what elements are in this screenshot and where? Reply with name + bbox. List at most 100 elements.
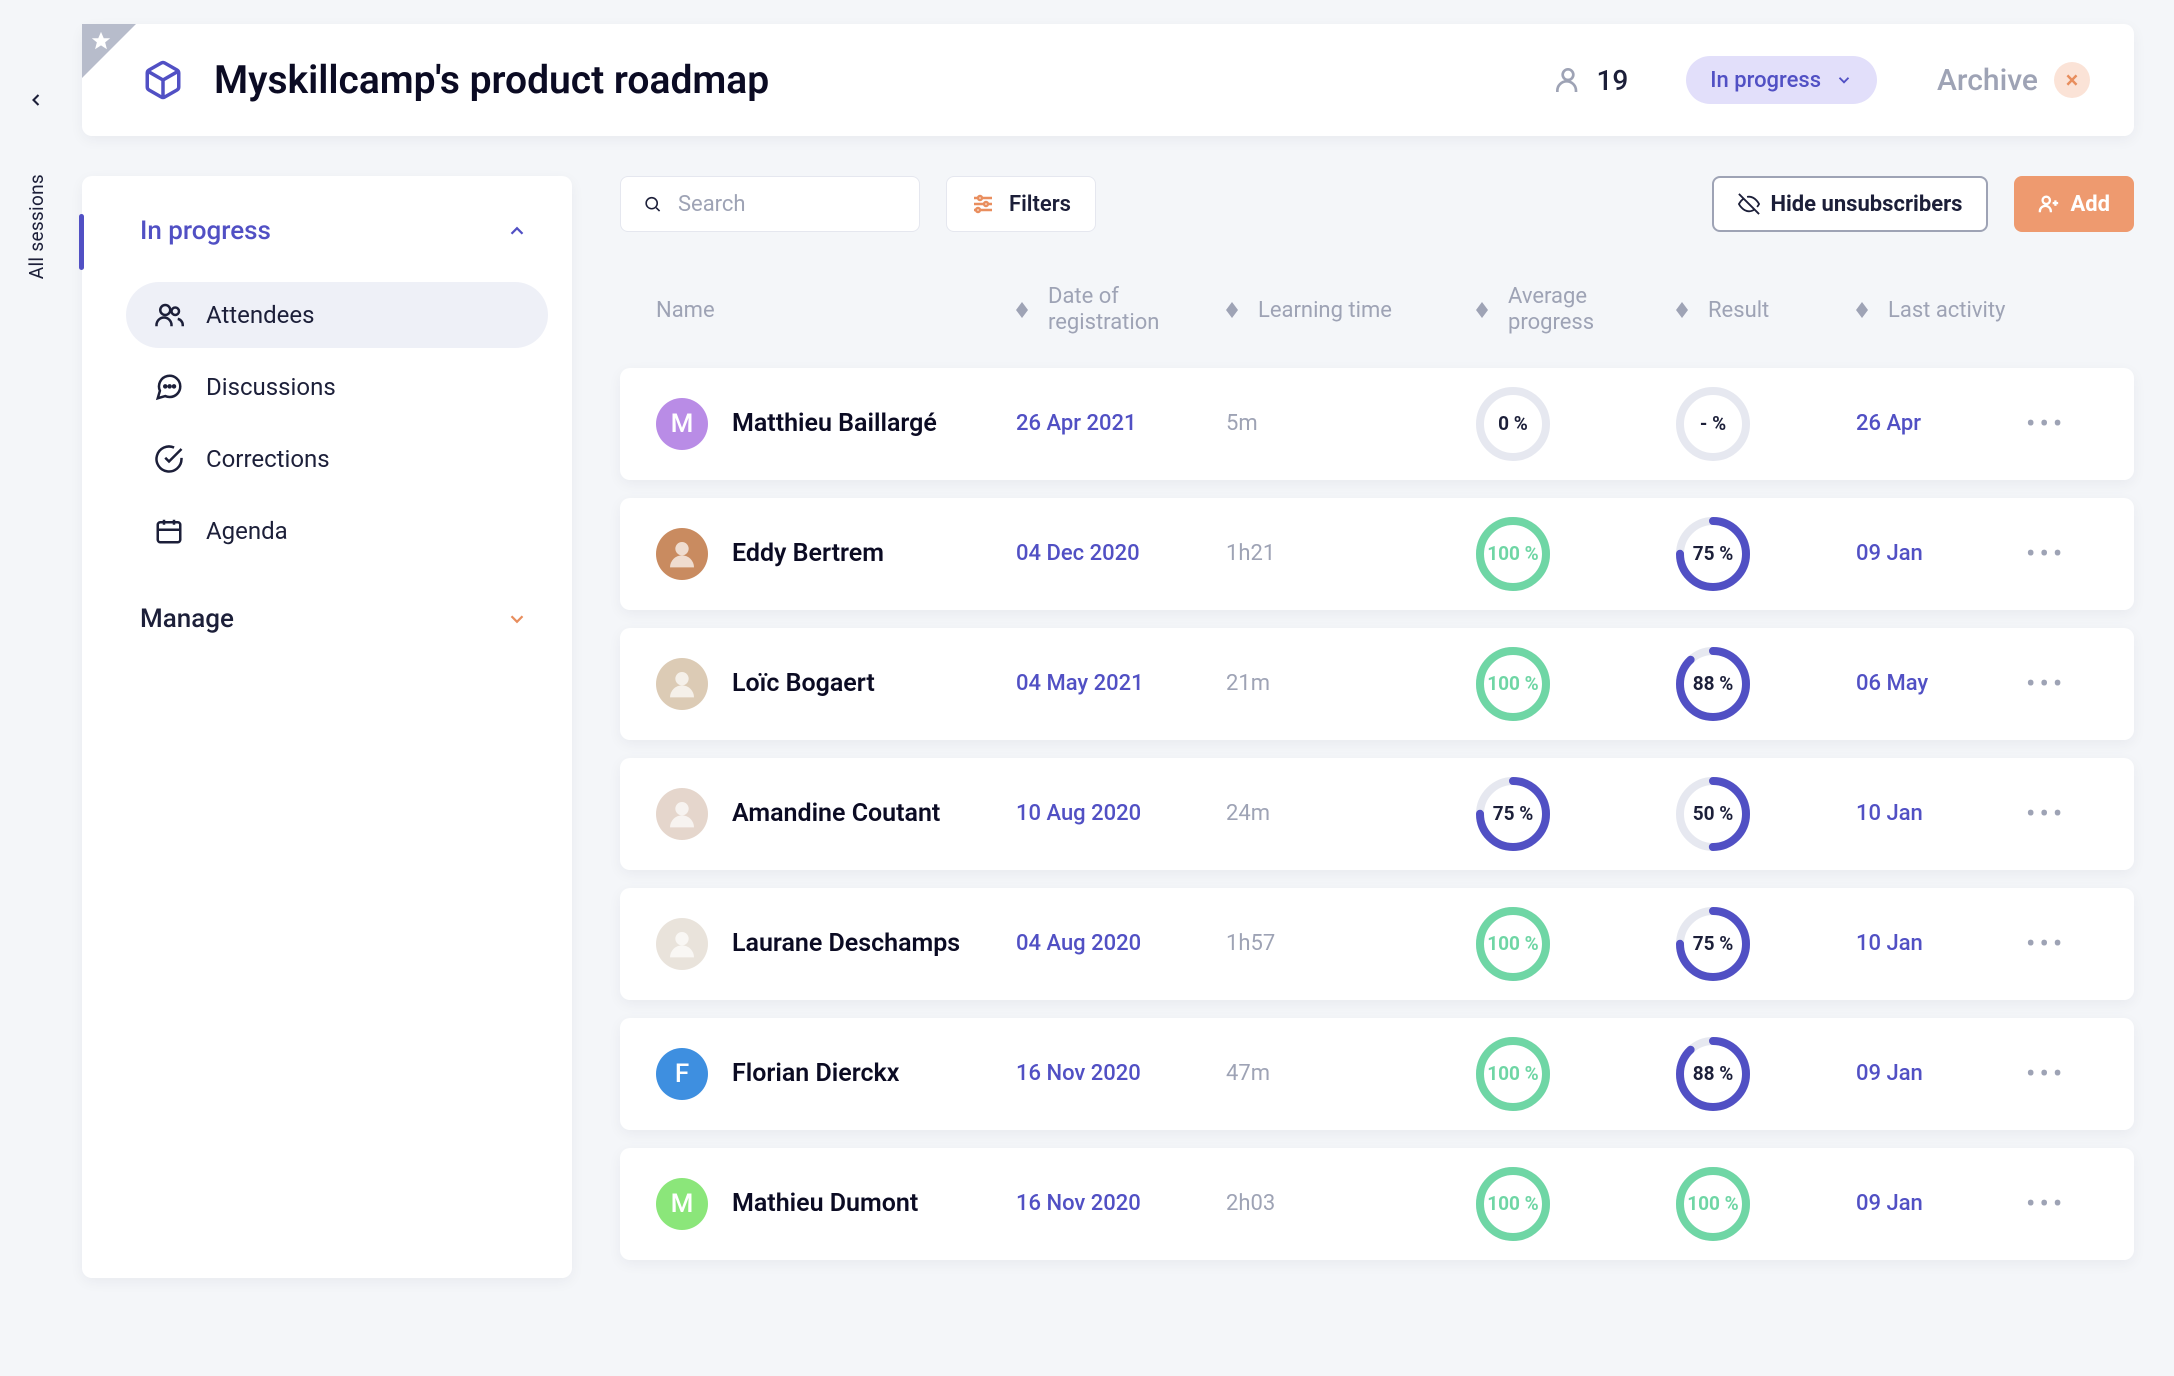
user-icon bbox=[1552, 64, 1584, 96]
row-time: 1h21 bbox=[1226, 541, 1476, 566]
attendee-count: 19 bbox=[1552, 64, 1628, 97]
row-name: Amandine Coutant bbox=[732, 799, 940, 828]
progress-ring: 88 % bbox=[1676, 647, 1750, 721]
row-last: 09 Jan bbox=[1856, 1191, 2026, 1216]
users-icon bbox=[154, 300, 184, 330]
row-last: 10 Jan bbox=[1856, 801, 2026, 826]
favorite-corner[interactable] bbox=[82, 24, 136, 78]
avatar bbox=[656, 788, 708, 840]
table-row[interactable]: Amandine Coutant 10 Aug 2020 24m 75 % 50… bbox=[620, 758, 2134, 870]
col-last[interactable]: Last activity bbox=[1856, 298, 2026, 323]
search-input[interactable] bbox=[678, 192, 897, 217]
hide-unsubscribers-button[interactable]: Hide unsubscribers bbox=[1712, 176, 1988, 232]
row-last: 10 Jan bbox=[1856, 931, 2026, 956]
row-name: Laurane Deschamps bbox=[732, 929, 960, 958]
back-button[interactable] bbox=[26, 90, 46, 114]
row-name: Loïc Bogaert bbox=[732, 669, 875, 698]
sidebar-item-attendees[interactable]: Attendees bbox=[126, 282, 548, 348]
chevron-down-icon bbox=[506, 608, 528, 630]
row-date: 16 Nov 2020 bbox=[1016, 1061, 1226, 1086]
progress-ring: 100 % bbox=[1476, 1037, 1550, 1111]
progress-ring: 100 % bbox=[1476, 647, 1550, 721]
avatar: M bbox=[656, 398, 708, 450]
col-date[interactable]: Date of registration bbox=[1016, 284, 1226, 337]
col-name[interactable]: Name bbox=[656, 298, 1016, 323]
sidebar-section-inprogress[interactable]: In progress bbox=[106, 204, 548, 258]
add-button[interactable]: Add bbox=[2014, 176, 2134, 232]
eye-off-icon bbox=[1738, 193, 1760, 215]
filters-button[interactable]: Filters bbox=[946, 176, 1096, 232]
table-row[interactable]: Laurane Deschamps 04 Aug 2020 1h57 100 %… bbox=[620, 888, 2134, 1000]
row-time: 1h57 bbox=[1226, 931, 1476, 956]
progress-ring: 75 % bbox=[1676, 907, 1750, 981]
search-input-wrap[interactable] bbox=[620, 176, 920, 232]
status-label: In progress bbox=[1710, 68, 1821, 93]
sidebar-item-label: Attendees bbox=[206, 301, 315, 329]
table-row[interactable]: MMatthieu Baillargé 26 Apr 2021 5m 0 % -… bbox=[620, 368, 2134, 480]
sort-icon bbox=[1676, 302, 1688, 318]
table-row[interactable]: MMathieu Dumont 16 Nov 2020 2h03 100 % 1… bbox=[620, 1148, 2134, 1260]
chevron-down-icon bbox=[1835, 71, 1853, 89]
row-name: Florian Dierckx bbox=[732, 1059, 899, 1088]
progress-ring: 75 % bbox=[1676, 517, 1750, 591]
row-time: 2h03 bbox=[1226, 1191, 1476, 1216]
row-date: 04 Dec 2020 bbox=[1016, 541, 1226, 566]
row-last: 09 Jan bbox=[1856, 541, 2026, 566]
sidebar-item-agenda[interactable]: Agenda bbox=[126, 498, 548, 564]
sidebar-item-label: Corrections bbox=[206, 445, 330, 473]
row-time: 47m bbox=[1226, 1061, 1476, 1086]
col-progress[interactable]: Average progress bbox=[1476, 284, 1676, 337]
row-menu[interactable]: ••• bbox=[2026, 667, 2086, 700]
sidebar-item-label: Discussions bbox=[206, 373, 336, 401]
row-menu[interactable]: ••• bbox=[2026, 927, 2086, 960]
row-last: 06 May bbox=[1856, 671, 2026, 696]
rail-label[interactable]: All sessions bbox=[25, 174, 48, 279]
row-date: 04 Aug 2020 bbox=[1016, 931, 1226, 956]
row-date: 16 Nov 2020 bbox=[1016, 1191, 1226, 1216]
sidebar-item-discussions[interactable]: Discussions bbox=[126, 354, 548, 420]
col-time[interactable]: Learning time bbox=[1226, 298, 1476, 323]
row-date: 04 May 2021 bbox=[1016, 671, 1226, 696]
sort-icon bbox=[1856, 302, 1868, 318]
avatar bbox=[656, 918, 708, 970]
row-last: 26 Apr bbox=[1856, 411, 2026, 436]
avatar: M bbox=[656, 1178, 708, 1230]
add-label: Add bbox=[2070, 192, 2110, 217]
progress-ring: 0 % bbox=[1476, 387, 1550, 461]
archive-button[interactable]: Archive × bbox=[1937, 62, 2090, 98]
row-menu[interactable]: ••• bbox=[2026, 1187, 2086, 1220]
table-row[interactable]: F Florian Dierckx 16 Nov 2020 47m 100 % 8… bbox=[620, 1018, 2134, 1130]
calendar-icon bbox=[154, 516, 184, 546]
row-time: 21m bbox=[1226, 671, 1476, 696]
sliders-icon bbox=[971, 192, 995, 216]
sidebar-item-label: Agenda bbox=[206, 517, 288, 545]
page-title: Myskillcamp's product roadmap bbox=[214, 57, 769, 103]
table-header: Name Date of registration Learning time … bbox=[620, 244, 2134, 368]
progress-ring: 100 % bbox=[1476, 907, 1550, 981]
table-row[interactable]: Eddy Bertrem 04 Dec 2020 1h21 100 % 75 %… bbox=[620, 498, 2134, 610]
status-dropdown[interactable]: In progress bbox=[1686, 56, 1877, 104]
page-header: Myskillcamp's product roadmap 19 In prog… bbox=[82, 24, 2134, 136]
col-result[interactable]: Result bbox=[1676, 298, 1856, 323]
attendee-count-value: 19 bbox=[1596, 64, 1628, 97]
check-circle-icon bbox=[154, 444, 184, 474]
row-menu[interactable]: ••• bbox=[2026, 407, 2086, 440]
progress-ring: 88 % bbox=[1676, 1037, 1750, 1111]
avatar bbox=[656, 658, 708, 710]
row-name: Eddy Bertrem bbox=[732, 539, 884, 568]
row-menu[interactable]: ••• bbox=[2026, 1057, 2086, 1090]
sidebar: In progress Attendees Discussions Correc… bbox=[82, 176, 572, 1278]
table-row[interactable]: Loïc Bogaert 04 May 2021 21m 100 % 88 % … bbox=[620, 628, 2134, 740]
row-menu[interactable]: ••• bbox=[2026, 537, 2086, 570]
progress-ring: 100 % bbox=[1476, 517, 1550, 591]
row-menu[interactable]: ••• bbox=[2026, 797, 2086, 830]
progress-ring: - % bbox=[1676, 387, 1750, 461]
progress-ring: 100 % bbox=[1676, 1167, 1750, 1241]
archive-label: Archive bbox=[1937, 63, 2038, 98]
sidebar-item-corrections[interactable]: Corrections bbox=[126, 426, 548, 492]
sidebar-section-manage[interactable]: Manage bbox=[106, 592, 548, 646]
star-icon bbox=[90, 30, 112, 52]
avatar: F bbox=[656, 1048, 708, 1100]
close-icon: × bbox=[2054, 62, 2090, 98]
progress-ring: 50 % bbox=[1676, 777, 1750, 851]
